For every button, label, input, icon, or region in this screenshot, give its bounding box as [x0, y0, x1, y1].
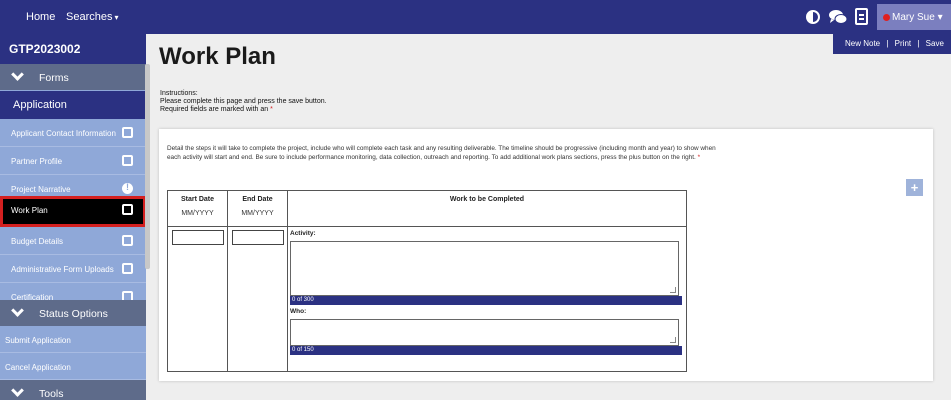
sidebar-item-label: Project Narrative — [11, 185, 71, 194]
activity-textarea[interactable] — [290, 241, 679, 296]
instructions-line: Please complete this page and press the … — [160, 98, 327, 105]
section-status-options[interactable]: Status Options — [0, 300, 146, 326]
warning-icon — [122, 182, 133, 194]
date-format-hint: MM/YYYY — [181, 210, 214, 217]
chevron-down-icon — [11, 304, 24, 317]
nav-searches-menu[interactable]: Searches ▾ — [66, 11, 119, 23]
application-id: GTP2023002 — [0, 34, 146, 64]
work-plan-table: Start Date MM/YYYY End Date MM/YYYY Work t… — [167, 190, 687, 372]
cancel-application-link[interactable]: Cancel Application — [0, 353, 146, 380]
save-button[interactable]: Save — [926, 39, 944, 48]
sidebar-item-work-plan[interactable]: Work Plan — [0, 196, 146, 227]
new-note-button[interactable]: New Note — [845, 39, 880, 48]
user-name: Mary Sue — [892, 12, 935, 23]
checkbox-empty-icon — [122, 263, 133, 274]
chevron-down-icon — [11, 384, 24, 397]
work-header: Work to be Completed — [287, 190, 687, 227]
section-tools[interactable]: Tools — [0, 380, 146, 400]
section-tools-label: Tools — [39, 388, 64, 400]
start-date-input[interactable] — [172, 230, 224, 245]
separator: | — [886, 39, 889, 48]
document-icon[interactable] — [855, 8, 868, 25]
end-date-label: End Date — [242, 196, 273, 203]
end-date-input[interactable] — [232, 230, 284, 245]
description-text: Detail the steps it will take to complet… — [167, 145, 716, 161]
date-format-hint: MM/YYYY — [241, 210, 274, 217]
sidebar-item-budget-details[interactable]: Budget Details — [0, 227, 146, 255]
caret-down-icon: ▾ — [114, 13, 119, 22]
start-date-label: Start Date — [180, 196, 215, 203]
start-date-cell — [167, 226, 228, 372]
sidebar-item-label: Work Plan — [11, 206, 48, 215]
checkbox-empty-icon — [122, 127, 133, 138]
submit-application-link[interactable]: Submit Application — [0, 326, 146, 353]
print-button[interactable]: Print — [895, 39, 911, 48]
chevron-down-icon — [11, 68, 24, 81]
instructions: Instructions: Please complete this page … — [160, 90, 327, 114]
sidebar-application-header[interactable]: Application — [0, 91, 146, 119]
who-label: Who: — [290, 308, 307, 315]
user-status-dot — [883, 14, 890, 21]
sidebar-item-label: Administrative Form Uploads — [11, 265, 114, 274]
separator: | — [917, 39, 920, 48]
section-forms[interactable]: Forms — [0, 64, 146, 90]
work-plan-description: Detail the steps it will take to complet… — [167, 144, 727, 162]
required-mark: * — [270, 106, 273, 113]
caret-down-icon: ▾ — [937, 12, 943, 23]
chat-icon[interactable] — [828, 9, 848, 25]
contrast-icon[interactable] — [806, 10, 820, 24]
instructions-required-text: Required fields are marked with an — [160, 106, 269, 113]
sidebar-item-admin-uploads[interactable]: Administrative Form Uploads — [0, 255, 146, 283]
sidebar-item-applicant-contact[interactable]: Applicant Contact Information — [0, 119, 146, 147]
action-bar: New Note | Print | Save — [833, 34, 951, 54]
nav-searches-label: Searches — [66, 11, 113, 23]
sidebar-scrollbar[interactable] — [145, 64, 150, 269]
user-menu[interactable]: Mary Sue ▾ — [877, 4, 951, 30]
start-date-header: Start Date MM/YYYY — [167, 190, 228, 227]
end-date-header: End Date MM/YYYY — [227, 190, 288, 227]
nav-home-link[interactable]: Home — [26, 11, 55, 23]
who-textarea[interactable] — [290, 319, 679, 346]
activity-label: Activity: — [290, 230, 316, 237]
sidebar-item-label: Partner Profile — [11, 157, 63, 166]
work-plan-card: Detail the steps it will take to complet… — [159, 129, 933, 381]
end-date-cell — [227, 226, 288, 372]
add-work-plan-button[interactable]: + — [906, 179, 923, 196]
sidebar-item-label: Budget Details — [11, 237, 64, 246]
who-char-counter: 0 of 150 — [290, 346, 682, 355]
sidebar: GTP2023002 Forms Application Applicant C… — [0, 34, 150, 400]
instructions-label: Instructions: — [160, 90, 198, 97]
section-forms-label: Forms — [39, 72, 69, 84]
top-navbar: Home Searches ▾ Mary Sue ▾ — [0, 0, 951, 34]
required-mark: * — [697, 154, 701, 161]
checkbox-empty-icon — [122, 155, 133, 166]
activity-char-counter: 0 of 300 — [290, 296, 682, 305]
instructions-line: Required fields are marked with an * — [160, 106, 327, 114]
section-status-options-label: Status Options — [39, 308, 108, 320]
sidebar-item-partner-profile[interactable]: Partner Profile — [0, 147, 146, 175]
page-title: Work Plan — [159, 43, 276, 70]
work-cell: Activity: 0 of 300 Who: 0 of 150 — [287, 226, 687, 372]
checkbox-empty-icon — [122, 204, 133, 215]
checkbox-empty-icon — [122, 235, 133, 246]
sidebar-item-label: Applicant Contact Information — [11, 129, 116, 138]
